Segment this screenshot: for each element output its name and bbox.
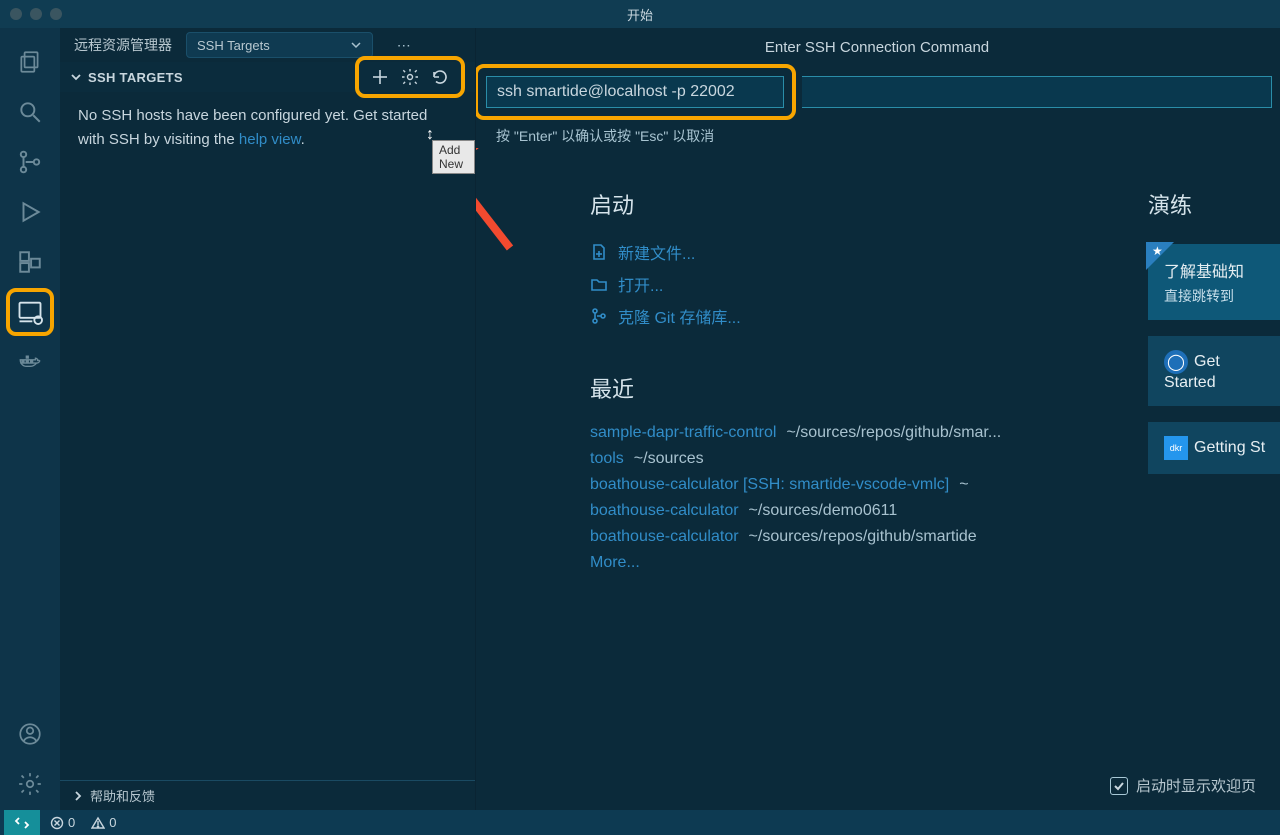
empty-state-suffix: . [301, 131, 305, 148]
palette-hint: 按 "Enter" 以确认或按 "Esc" 以取消 [482, 120, 1272, 152]
cursor-pointer-icon: ↕ [426, 126, 434, 144]
titlebar: 开始 [0, 0, 1280, 28]
recent-name: sample-dapr-traffic-control [590, 424, 776, 442]
recent-name: boathouse-calculator [590, 528, 739, 546]
arrow-annotation [476, 148, 520, 258]
docker-icon: dkr [1164, 436, 1188, 460]
recent-more[interactable]: More... [590, 550, 1280, 576]
footer-label: 帮助和反馈 [90, 786, 155, 805]
ssh-command-input-ext[interactable] [802, 76, 1272, 108]
targets-dropdown[interactable]: SSH Targets [186, 32, 373, 58]
recent-name: boathouse-calculator [SSH: smartide-vsco… [590, 476, 949, 494]
ssh-targets-section-header[interactable]: SSH TARGETS [60, 62, 475, 92]
chevron-down-icon [70, 71, 82, 83]
sidebar-footer[interactable]: 帮助和反馈 [60, 780, 475, 810]
error-icon [50, 816, 64, 830]
help-view-link[interactable]: help view [239, 131, 301, 148]
show-welcome-checkbox-row[interactable]: 启动时显示欢迎页 [1110, 775, 1256, 796]
section-label: SSH TARGETS [88, 70, 183, 85]
chevron-down-icon [350, 39, 362, 51]
activity-bar [0, 28, 60, 810]
chevron-right-icon [72, 790, 84, 802]
configure-button[interactable] [399, 66, 421, 88]
linux-icon: ◯ [1164, 350, 1188, 374]
docker-tab[interactable] [6, 338, 54, 386]
window-controls[interactable] [10, 8, 62, 20]
command-palette: Enter SSH Connection Command 按 "Enter" 以… [482, 33, 1272, 152]
recent-name: boathouse-calculator [590, 502, 739, 520]
min-dot[interactable] [30, 8, 42, 20]
tutorial-card-docker[interactable]: dkr Getting St [1148, 422, 1280, 474]
warning-icon [91, 816, 105, 830]
tutorials-column: 演练 ★ 了解基础知 直接跳转到 ◯Get Started dkr Getting… [1148, 188, 1280, 474]
explorer-tab[interactable] [6, 38, 54, 86]
remote-explorer-tab[interactable] [6, 288, 54, 336]
recent-item[interactable]: boathouse-calculator [SSH: smartide-vsco… [590, 472, 1280, 498]
svg-text:★: ★ [1152, 244, 1163, 258]
recent-item[interactable]: boathouse-calculator ~/sources/demo0611 [590, 498, 1280, 524]
warnings-count: 0 [109, 815, 116, 830]
recent-path: ~/sources/demo0611 [749, 502, 898, 520]
show-welcome-checkbox[interactable] [1110, 777, 1128, 795]
accounts-tab[interactable] [6, 710, 54, 758]
window-title: 开始 [627, 5, 653, 24]
close-dot[interactable] [10, 8, 22, 20]
show-welcome-label: 启动时显示欢迎页 [1136, 775, 1256, 796]
more-icon[interactable]: ⋯ [393, 34, 415, 56]
errors-stat[interactable]: 0 [44, 815, 81, 830]
start-item-label: 打开... [618, 272, 663, 296]
refresh-button[interactable] [429, 66, 451, 88]
ssh-empty-state: No SSH hosts have been configured yet. G… [60, 92, 475, 164]
run-debug-tab[interactable] [6, 188, 54, 236]
source-control-tab[interactable] [6, 138, 54, 186]
search-tab[interactable] [6, 88, 54, 136]
recent-path: ~/sources/repos/github/smar... [786, 424, 1001, 442]
settings-tab[interactable] [6, 760, 54, 808]
start-item-label: 新建文件... [618, 240, 695, 264]
errors-count: 0 [68, 815, 75, 830]
tutorials-heading: 演练 [1148, 188, 1280, 220]
remote-indicator[interactable] [4, 810, 40, 835]
recent-path: ~/sources [634, 450, 704, 468]
tutorial-card-basics[interactable]: ★ 了解基础知 直接跳转到 [1148, 244, 1280, 320]
palette-input-highlight [476, 64, 796, 120]
add-new-button[interactable] [369, 66, 391, 88]
recent-path: ~ [959, 476, 968, 494]
more-link: More... [590, 554, 640, 572]
recent-path: ~/sources/repos/github/smartide [749, 528, 977, 546]
star-icon: ★ [1146, 242, 1174, 270]
status-bar: 0 0 [0, 810, 1280, 835]
add-new-tooltip: Add New [432, 140, 475, 174]
tutorial-sub: 直接跳转到 [1164, 286, 1272, 306]
sidebar: 远程资源管理器 SSH Targets ⋯ SSH TARGETS [60, 28, 476, 810]
tutorial-title: Getting St [1194, 439, 1265, 456]
max-dot[interactable] [50, 8, 62, 20]
warnings-stat[interactable]: 0 [85, 815, 122, 830]
tutorial-title: 了解基础知 [1164, 258, 1272, 282]
ssh-command-input[interactable] [486, 76, 784, 108]
recent-item[interactable]: boathouse-calculator ~/sources/repos/git… [590, 524, 1280, 550]
editor-area: Enter SSH Connection Command 按 "Enter" 以… [476, 28, 1280, 810]
extensions-tab[interactable] [6, 238, 54, 286]
tutorial-card-linux[interactable]: ◯Get Started [1148, 336, 1280, 406]
start-item-label: 克隆 Git 存储库... [618, 304, 741, 328]
recent-name: tools [590, 450, 624, 468]
dropdown-value: SSH Targets [197, 38, 270, 53]
palette-title: Enter SSH Connection Command [482, 33, 1272, 64]
sidebar-title: 远程资源管理器 [74, 35, 172, 55]
